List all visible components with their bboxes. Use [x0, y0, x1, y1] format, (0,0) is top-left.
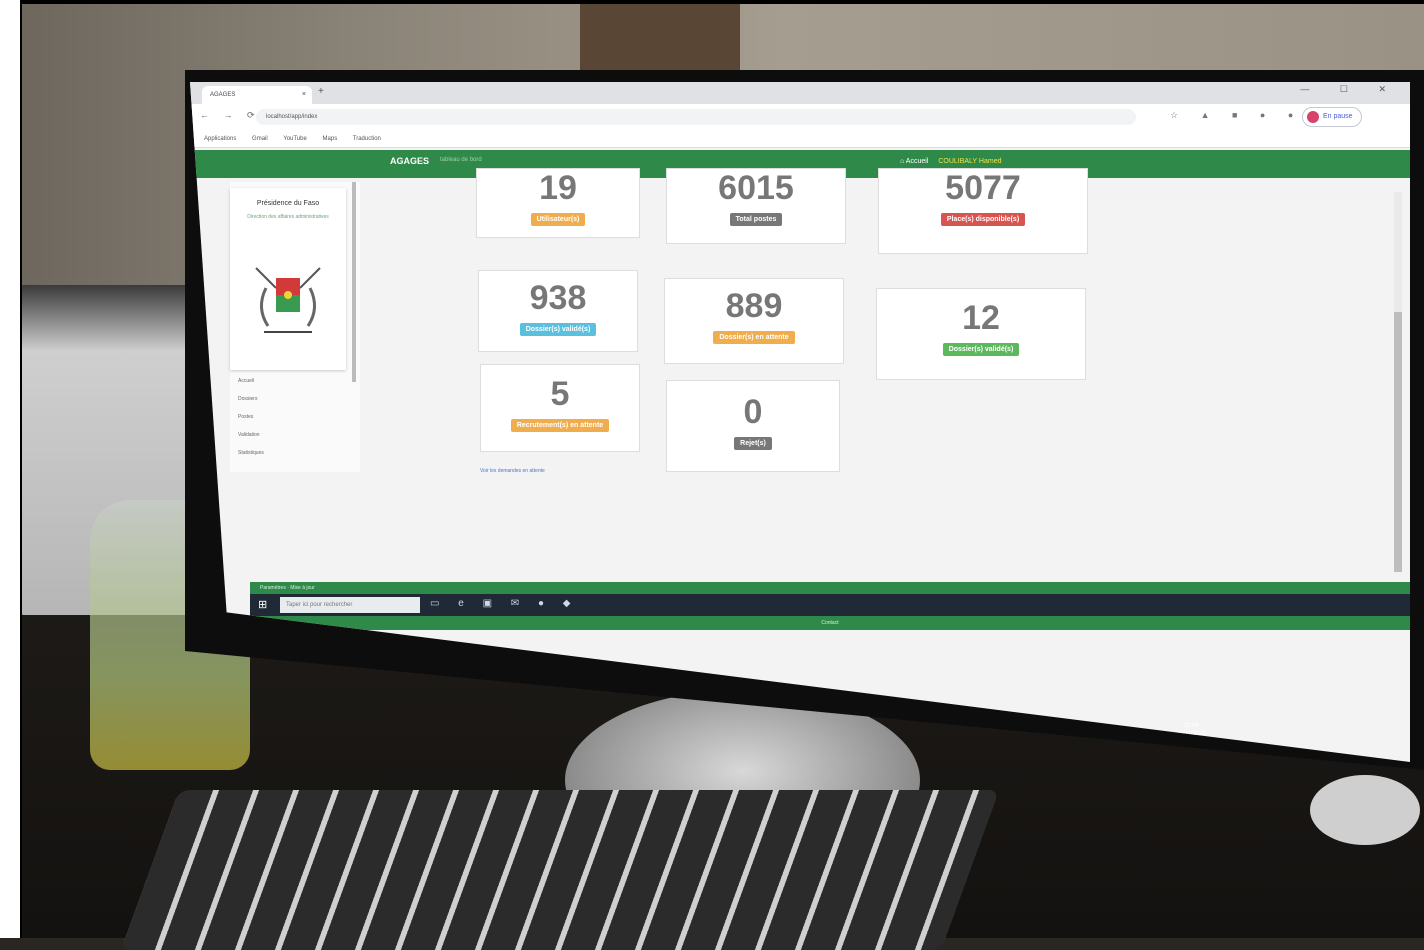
stat-card: 938 Dossier(s) validé(s): [478, 270, 638, 352]
stat-value: 5077: [945, 169, 1021, 207]
url-field[interactable]: localhost/app/index: [256, 109, 1136, 125]
stat-badge: Dossier(s) validé(s): [942, 343, 1020, 356]
bookmark-item[interactable]: Gmail: [252, 136, 268, 142]
stat-card: 12 Dossier(s) validé(s): [876, 288, 1086, 380]
organization-subtitle: Direction des affaires administratives: [247, 214, 329, 220]
stat-value: 5: [550, 375, 570, 413]
sidebar-scrollbar[interactable]: [352, 182, 356, 382]
sidebar: Présidence du Faso Direction des affaire…: [230, 182, 360, 472]
stat-card: 6015 Total postes: [666, 168, 846, 244]
stat-badge: Place(s) disponible(s): [940, 213, 1026, 226]
stat-value: 6015: [718, 169, 794, 207]
avatar: [1307, 111, 1319, 123]
browser-tab[interactable]: AGAGES ×: [202, 86, 312, 104]
profile-button[interactable]: En pause: [1302, 107, 1362, 127]
stat-badge: Total postes: [729, 213, 783, 226]
taskbar-app-icons[interactable]: ▭ e ▣ ✉ ● ◆: [430, 598, 578, 609]
profile-label: En pause: [1323, 113, 1353, 120]
sidebar-item[interactable]: Statistiques: [238, 450, 264, 456]
frame-left-border: [0, 0, 22, 938]
extension-icons[interactable]: ☆ ▲ ■ ● ●: [1170, 110, 1303, 121]
stat-badge: Dossier(s) validé(s): [519, 323, 597, 336]
tab-title: AGAGES: [210, 92, 236, 98]
bookmark-item[interactable]: YouTube: [283, 136, 307, 142]
stat-value: 938: [529, 279, 587, 317]
mouse: [1310, 775, 1420, 845]
pending-link[interactable]: Voir les demandes en attente: [480, 468, 545, 474]
bookmark-item[interactable]: Traduction: [353, 136, 381, 142]
stat-card: 19 Utilisateur(s): [476, 168, 640, 238]
stat-card: 5 Recrutement(s) en attente: [480, 364, 640, 452]
header-nav: ⌂ Accueil COULIBALY Hamed: [900, 158, 1002, 165]
user-menu[interactable]: COULIBALY Hamed: [938, 158, 1001, 165]
page-footer: Contact: [250, 616, 1410, 630]
clock-time: 15:04: [1183, 723, 1199, 729]
bookmarks-bar: Applications Gmail YouTube Maps Traducti…: [190, 130, 1410, 148]
stat-badge: Recrutement(s) en attente: [510, 419, 610, 432]
frame-top-border: [0, 0, 1424, 4]
organization-name: Présidence du Faso: [256, 200, 320, 207]
stat-card: 5077 Place(s) disponible(s): [878, 168, 1088, 254]
browser-tab-bar: AGAGES × + — ☐ ✕: [190, 82, 1410, 104]
keyboard: [120, 790, 1000, 950]
sidebar-item[interactable]: Validation: [238, 432, 264, 438]
window-controls[interactable]: — ☐ ✕: [1300, 84, 1400, 95]
app-subtitle: tableau de bord: [440, 157, 482, 163]
organization-card: Présidence du Faso Direction des affaire…: [230, 188, 346, 370]
bookmark-item[interactable]: Maps: [323, 136, 338, 142]
stat-card: 889 Dossier(s) en attente: [664, 278, 844, 364]
stat-badge: Rejet(s): [734, 437, 772, 450]
sidebar-item[interactable]: Postes: [238, 414, 264, 420]
sidebar-item[interactable]: Accueil: [238, 378, 264, 384]
close-icon[interactable]: ×: [302, 86, 306, 104]
stat-value: 889: [725, 287, 783, 325]
bookmark-item[interactable]: Applications: [204, 136, 236, 142]
taskbar-search-input[interactable]: Taper ici pour rechercher: [280, 597, 420, 613]
stat-value: 0: [743, 393, 763, 431]
coat-of-arms-icon: [255, 267, 321, 333]
stat-badge: Utilisateur(s): [530, 213, 586, 226]
stat-card: 0 Rejet(s): [666, 380, 840, 472]
sidebar-item[interactable]: Dossiers: [238, 396, 264, 402]
stat-value: 19: [539, 169, 577, 207]
taskbar: ⊞ Taper ici pour rechercher ▭ e ▣ ✉ ● ◆: [250, 594, 1410, 616]
stat-badge: Dossier(s) en attente: [713, 331, 795, 344]
dashboard-content: 19 Utilisateur(s) 6015 Total postes 5077…: [460, 168, 1200, 478]
address-bar: ← → ⟳ ⌂ localhost/app/index ☆ ▲ ■ ● ● En…: [190, 104, 1410, 130]
app-brand[interactable]: AGAGES: [390, 156, 429, 166]
stat-value: 12: [962, 299, 1000, 337]
status-bar: Paramètres · Mise à jour: [250, 582, 1410, 594]
page-scrollbar-thumb[interactable]: [1394, 312, 1402, 572]
sidebar-links: Accueil Dossiers Postes Validation Stati…: [238, 378, 264, 468]
windows-start-icon[interactable]: ⊞: [258, 598, 267, 611]
home-link[interactable]: Accueil: [906, 158, 929, 165]
new-tab-icon[interactable]: +: [318, 86, 324, 97]
